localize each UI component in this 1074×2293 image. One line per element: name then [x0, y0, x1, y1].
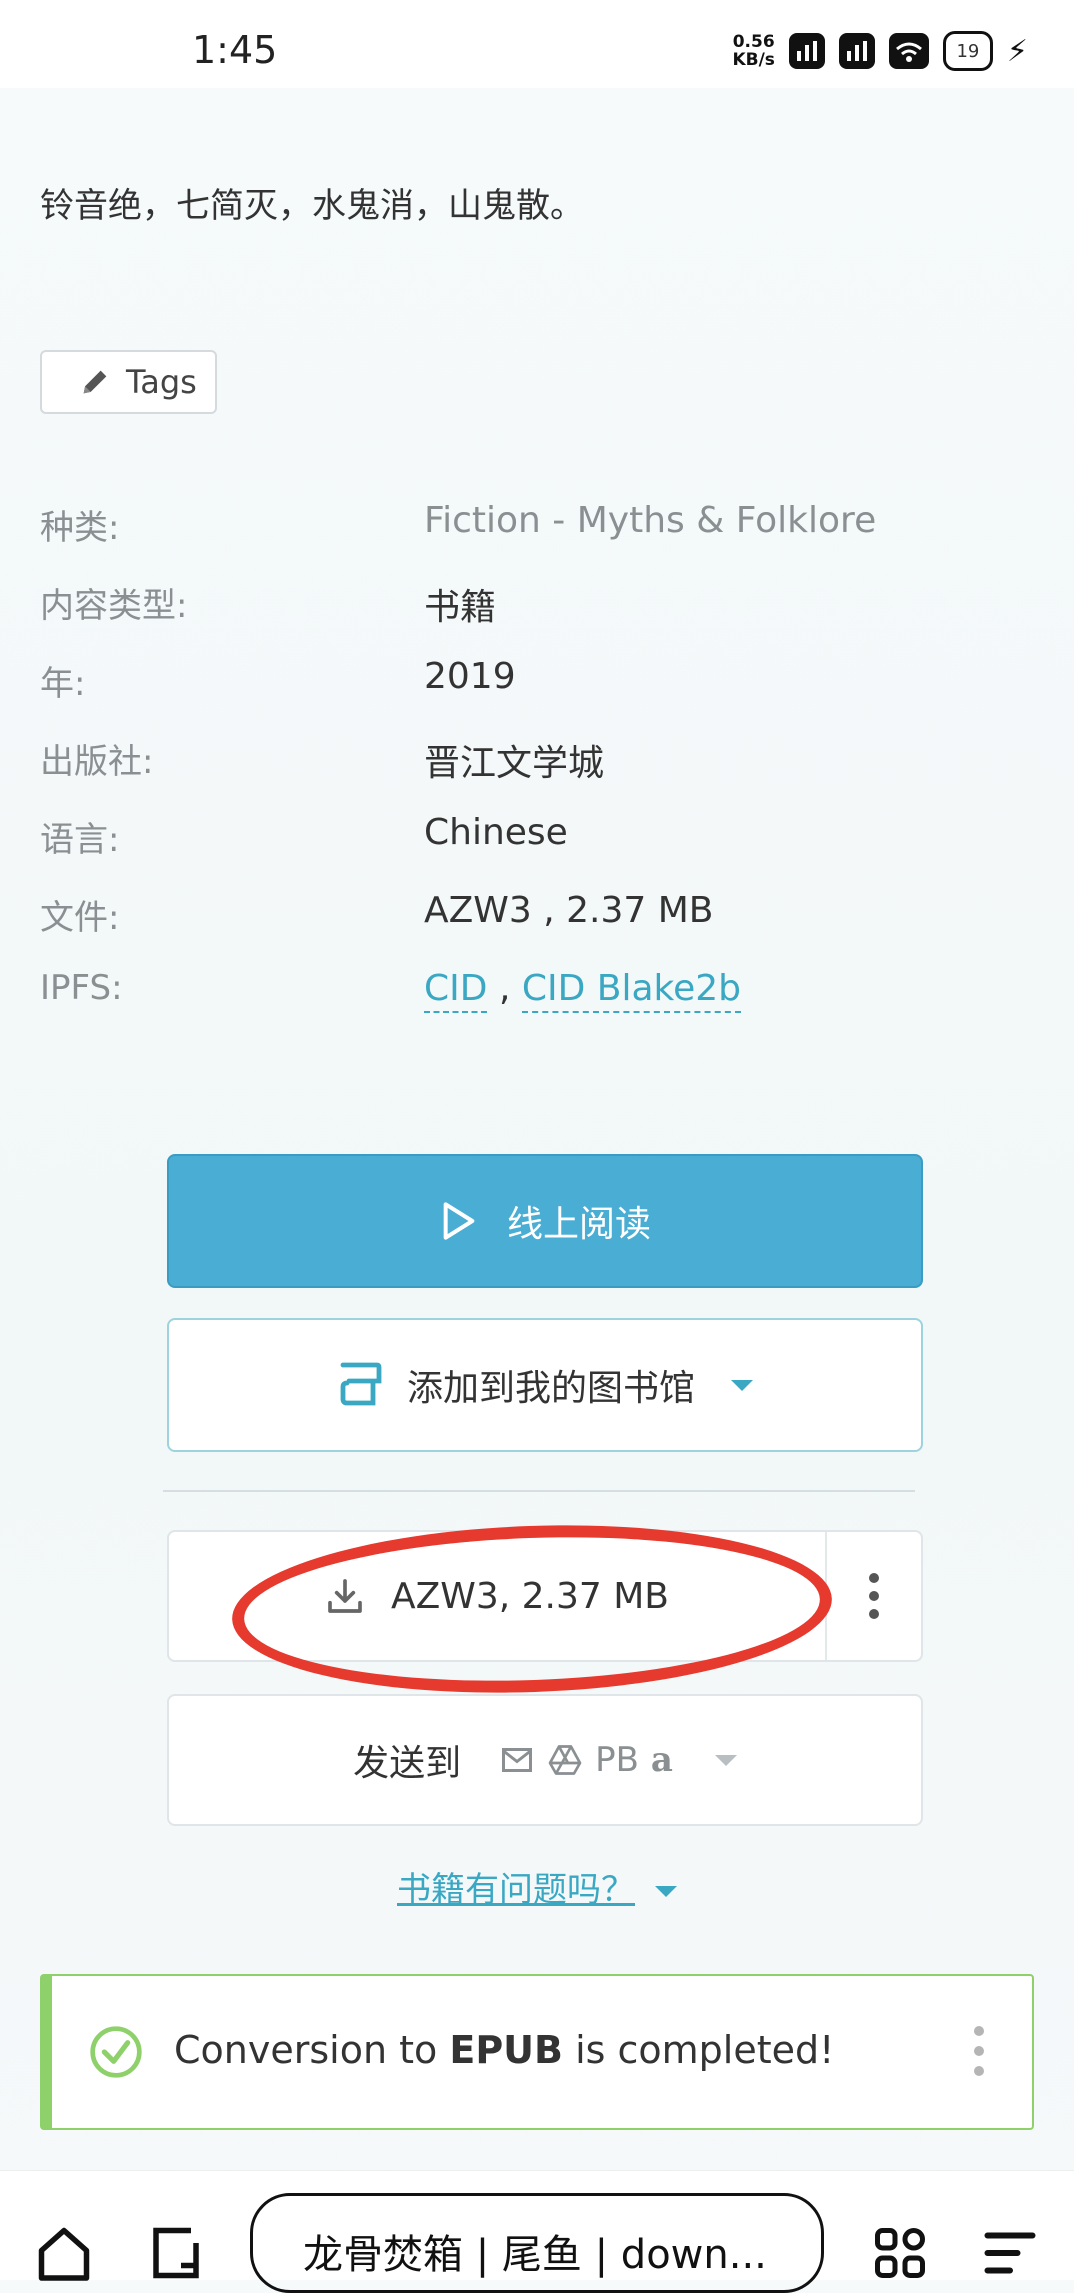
google-drive-icon	[548, 1745, 582, 1775]
section-divider	[163, 1490, 915, 1492]
signal-icon-2	[838, 33, 875, 69]
library-icon	[340, 1362, 382, 1406]
book-metadata: 种类: Fiction - Myths & Folklore 内容类型: 书籍 …	[40, 500, 1040, 1046]
kebab-dot	[974, 2066, 984, 2076]
kebab-dot	[869, 1573, 879, 1583]
battery-icon: 19	[942, 31, 993, 71]
meta-value-ipfs: CID , CID Blake2b	[424, 968, 741, 1013]
tab-switch-icon[interactable]	[146, 2223, 206, 2283]
read-online-label: 线上阅读	[506, 1204, 651, 1245]
mail-icon	[502, 1748, 533, 1772]
net-speed-unit: KB/s	[732, 50, 775, 70]
send-to-targets: PB a	[499, 1740, 673, 1780]
notice-menu-button[interactable]	[974, 2026, 984, 2076]
kebab-dot	[974, 2046, 984, 2056]
meta-label: 年:	[40, 664, 86, 704]
meta-label: 文件:	[40, 898, 120, 938]
net-speed: 0.56 KB/s	[732, 33, 774, 69]
play-icon	[443, 1202, 475, 1240]
chevron-down-icon	[714, 1754, 737, 1766]
meta-row-category: 种类: Fiction - Myths & Folklore	[40, 500, 1040, 578]
meta-value-category[interactable]: Fiction - Myths & Folklore	[424, 500, 876, 541]
conversion-message: Conversion to EPUB is completed!	[174, 2028, 834, 2072]
notice-suffix: is completed!	[563, 2028, 835, 2072]
kebab-dot	[974, 2026, 984, 2036]
net-speed-value: 0.56	[732, 32, 775, 52]
meta-row-ipfs: IPFS: CID , CID Blake2b	[40, 968, 1040, 1046]
meta-row-file: 文件: AZW3 , 2.37 MB	[40, 890, 1040, 968]
meta-value-content-type: 书籍	[424, 587, 497, 628]
apps-grid-icon[interactable]	[870, 2223, 930, 2283]
meta-value-publisher: 晋江文学城	[424, 743, 605, 784]
charging-icon: ⚡	[1006, 33, 1028, 69]
chevron-down-icon[interactable]	[731, 1379, 753, 1391]
send-to-button[interactable]: 发送到 PB a	[167, 1694, 923, 1826]
address-bar[interactable]: 龙骨焚箱 | 尾鱼 | down...	[250, 2193, 824, 2293]
status-bar: 1:45 0.56 KB/s 19 ⚡	[0, 0, 1074, 88]
status-time: 1:45	[192, 28, 278, 72]
meta-label: 出版社:	[40, 742, 154, 782]
tags-button[interactable]: Tags	[40, 350, 217, 414]
status-icons: 0.56 KB/s 19 ⚡	[732, 28, 1028, 74]
send-to-label: 发送到	[353, 1743, 462, 1784]
tags-label: Tags	[126, 363, 197, 401]
add-to-library-button[interactable]: 添加到我的图书馆	[167, 1318, 923, 1452]
notice-format: EPUB	[449, 2028, 563, 2072]
home-icon[interactable]	[34, 2223, 94, 2283]
meta-value-language: Chinese	[424, 812, 568, 853]
meta-row-content-type: 内容类型: 书籍	[40, 578, 1040, 656]
kebab-dot	[869, 1591, 879, 1601]
check-circle-icon	[90, 2026, 142, 2078]
battery-level: 19	[956, 40, 980, 62]
signal-icon	[788, 33, 825, 69]
meta-row-language: 语言: Chinese	[40, 812, 1040, 890]
cid-link[interactable]: CID	[424, 968, 488, 1013]
amazon-kindle-icon: a	[650, 1740, 673, 1780]
conversion-notice: Conversion to EPUB is completed!	[40, 1974, 1034, 2130]
meta-value-year: 2019	[424, 656, 516, 697]
cid-blake2b-link[interactable]: CID Blake2b	[521, 968, 741, 1013]
browser-bottom-bar: 龙骨焚箱 | 尾鱼 | down...	[0, 2170, 1074, 2293]
meta-label: 种类:	[40, 508, 120, 548]
meta-row-year: 年: 2019	[40, 656, 1040, 734]
pencil-icon	[83, 370, 107, 394]
read-online-button[interactable]: 线上阅读	[167, 1154, 923, 1288]
meta-label: 语言:	[40, 820, 120, 860]
problem-link-label: 书籍有问题吗？	[397, 1870, 635, 1910]
meta-label: 内容类型:	[40, 586, 188, 626]
add-library-label: 添加到我的图书馆	[406, 1368, 695, 1409]
download-more-options-button[interactable]	[827, 1532, 921, 1660]
wifi-icon	[888, 33, 929, 69]
book-description: 铃音绝，七简灭，水鬼消，山鬼散。	[40, 186, 584, 226]
ipfs-separator: ,	[498, 968, 511, 1009]
meta-row-publisher: 出版社: 晋江文学城	[40, 734, 1040, 812]
book-problem-link[interactable]: 书籍有问题吗？	[0, 1862, 1074, 1911]
kebab-dot	[869, 1609, 879, 1619]
notice-prefix: Conversion to	[174, 2028, 450, 2072]
menu-icon[interactable]	[980, 2223, 1040, 2283]
meta-value-file: AZW3 , 2.37 MB	[424, 890, 714, 931]
pocketbook-icon: PB	[595, 1740, 639, 1780]
meta-label: IPFS:	[40, 968, 123, 1008]
chevron-down-icon	[655, 1886, 677, 1897]
